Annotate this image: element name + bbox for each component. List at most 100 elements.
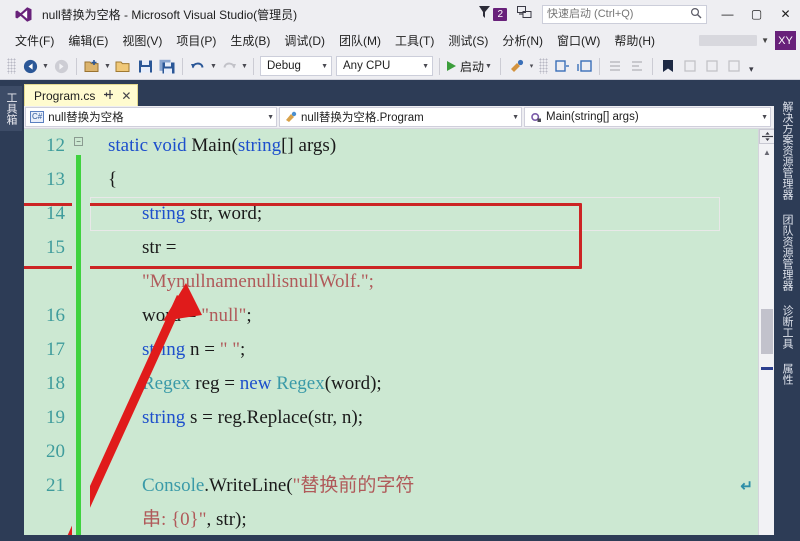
navbar-type-dropdown[interactable]: null替换为空格.Program ▼: [279, 107, 522, 127]
code-line-row[interactable]: 16 word = "null";: [24, 299, 758, 333]
toolbar-separator: [76, 57, 77, 75]
code-token: Regex: [142, 373, 191, 394]
toolbar-separator-2: [182, 57, 183, 75]
code-line-row[interactable]: 19 string s = reg.Replace(str, n);: [24, 401, 758, 435]
toolbar-grip-2[interactable]: [539, 58, 549, 74]
code-token: [] args): [281, 135, 337, 156]
debug-icon-1[interactable]: [626, 55, 648, 77]
code-token: word =: [142, 305, 202, 326]
code-line-row[interactable]: 18 Regex reg = new Regex(word);: [24, 367, 758, 401]
code-line-row[interactable]: 12 static void Main(string[] args): [24, 129, 758, 163]
step-over-icon[interactable]: [573, 55, 595, 77]
attach-caret-icon[interactable]: ▾: [527, 62, 536, 70]
toolbar-overflow-button[interactable]: ▾: [749, 64, 754, 75]
code-line-row[interactable]: "MynullnamenullisnullWolf.";: [24, 265, 758, 299]
code-token: new: [239, 373, 277, 394]
line-number: 19: [46, 407, 65, 428]
debug-icon-4[interactable]: [723, 55, 745, 77]
menu-window[interactable]: 窗口(W): [550, 29, 607, 52]
split-view-icon[interactable]: [759, 129, 774, 144]
debug-icon-2[interactable]: [679, 55, 701, 77]
undo-icon[interactable]: [187, 55, 209, 77]
step-out-icon[interactable]: [604, 55, 626, 77]
pin-icon[interactable]: [103, 89, 114, 103]
menu-file[interactable]: 文件(F): [8, 29, 61, 52]
code-line-row[interactable]: 14 string str, word;: [24, 197, 758, 231]
new-project-icon[interactable]: [81, 55, 103, 77]
chevron-down-icon[interactable]: ▼: [761, 36, 769, 45]
close-icon[interactable]: ✕: [121, 89, 131, 103]
navbar-project-dropdown[interactable]: C# null替换为空格 ▼: [25, 107, 277, 127]
window-title: null替换为空格 - Microsoft Visual Studio(管理员): [42, 7, 298, 22]
code-line-row[interactable]: 20: [24, 435, 758, 469]
quick-launch-box[interactable]: [542, 4, 707, 24]
sidebar-item-team-explorer[interactable]: 团队资源管理器: [775, 207, 799, 298]
collapse-outline-toggle[interactable]: −: [74, 137, 83, 146]
toolbar-grip[interactable]: [7, 58, 16, 74]
menu-help[interactable]: 帮助(H): [607, 29, 662, 52]
visual-studio-window: null替换为空格 - Microsoft Visual Studio(管理员)…: [0, 0, 800, 541]
line-number: 18: [46, 373, 65, 394]
document-tab-strip: Program.cs ✕: [24, 82, 774, 106]
line-number: 13: [46, 169, 65, 190]
menu-analyze[interactable]: 分析(N): [495, 29, 550, 52]
editor-glyph-margin[interactable]: −: [72, 129, 90, 535]
attach-process-icon[interactable]: [505, 55, 527, 77]
sidebar-item-diagnostic-tools[interactable]: 诊断工具: [775, 298, 799, 356]
code-line-text: "MynullnamenullisnullWolf.";: [72, 265, 374, 299]
code-line-row[interactable]: 17 string n = " ";: [24, 333, 758, 367]
sidebar-item-toolbox[interactable]: 工具箱: [0, 86, 22, 131]
code-line-row[interactable]: 13 {: [24, 163, 758, 197]
navbar-member-dropdown[interactable]: Main(string[] args) ▼: [524, 107, 771, 127]
redo-icon[interactable]: [218, 55, 240, 77]
navbar-project-value: null替换为空格: [48, 112, 124, 124]
code-line-text: static void Main(string[] args): [72, 129, 336, 163]
scrollbar-thumb[interactable]: [761, 309, 773, 354]
save-all-icon[interactable]: [156, 55, 178, 77]
minimize-button[interactable]: —: [713, 0, 742, 28]
new-project-caret-icon[interactable]: ▼: [103, 63, 112, 70]
close-button[interactable]: ✕: [771, 0, 800, 28]
navigate-forward-icon[interactable]: [50, 55, 72, 77]
maximize-button[interactable]: ▢: [742, 0, 771, 28]
code-line-row[interactable]: 串: {0}", str);: [24, 503, 758, 535]
scroll-up-button[interactable]: ▲: [759, 145, 774, 160]
feedback-icon[interactable]: [517, 5, 532, 24]
code-token: , str);: [206, 509, 247, 530]
navigate-back-icon[interactable]: [19, 55, 41, 77]
sidebar-item-properties[interactable]: 属性: [775, 356, 799, 392]
solution-platform-dropdown[interactable]: Any CPU ▼: [336, 56, 433, 76]
chevron-down-icon: ▼: [422, 62, 429, 70]
solution-configuration-dropdown[interactable]: Debug ▼: [260, 56, 332, 76]
avatar[interactable]: XY: [775, 31, 796, 50]
menu-team[interactable]: 团队(M): [332, 29, 388, 52]
menu-project[interactable]: 项目(P): [169, 29, 223, 52]
breakpoint-icon[interactable]: [657, 55, 679, 77]
sidebar-item-solution-explorer[interactable]: 解决方案资源管理器: [775, 94, 799, 207]
menu-debug[interactable]: 调试(D): [277, 29, 332, 52]
undo-caret-icon[interactable]: ▼: [209, 63, 218, 70]
start-debugging-button[interactable]: 启动 ▼: [444, 58, 496, 75]
menu-build[interactable]: 生成(B): [223, 29, 277, 52]
menu-test[interactable]: 测试(S): [441, 29, 495, 52]
code-editor[interactable]: − 12 static void Main(string[] args) 13{14…: [24, 129, 774, 535]
navigate-back-caret-icon[interactable]: ▼: [41, 63, 50, 70]
debug-icon-3[interactable]: [701, 55, 723, 77]
chevron-down-icon: ▼: [512, 113, 519, 121]
menu-tools[interactable]: 工具(T): [388, 29, 441, 52]
open-file-icon[interactable]: [112, 55, 134, 77]
code-line-row[interactable]: 21 Console.WriteLine("替换前的字符 ↵: [24, 469, 758, 503]
document-tab-program-cs[interactable]: Program.cs ✕: [24, 84, 139, 106]
save-icon[interactable]: [134, 55, 156, 77]
editor-vertical-scrollbar[interactable]: ▲: [758, 129, 774, 535]
start-caret-icon[interactable]: ▼: [484, 63, 493, 70]
notifications-button[interactable]: 2: [478, 5, 507, 24]
menu-view[interactable]: 视图(V): [115, 29, 169, 52]
quick-launch-input[interactable]: [547, 8, 690, 20]
menu-edit[interactable]: 编辑(E): [61, 29, 115, 52]
editor-surface[interactable]: 12 static void Main(string[] args) 13{14st…: [24, 129, 758, 535]
step-into-icon[interactable]: [551, 55, 573, 77]
code-line-row[interactable]: 15 str =: [24, 231, 758, 265]
right-dock-strip: 解决方案资源管理器 团队资源管理器 诊断工具 属性: [774, 80, 800, 541]
redo-caret-icon[interactable]: ▼: [240, 63, 249, 70]
